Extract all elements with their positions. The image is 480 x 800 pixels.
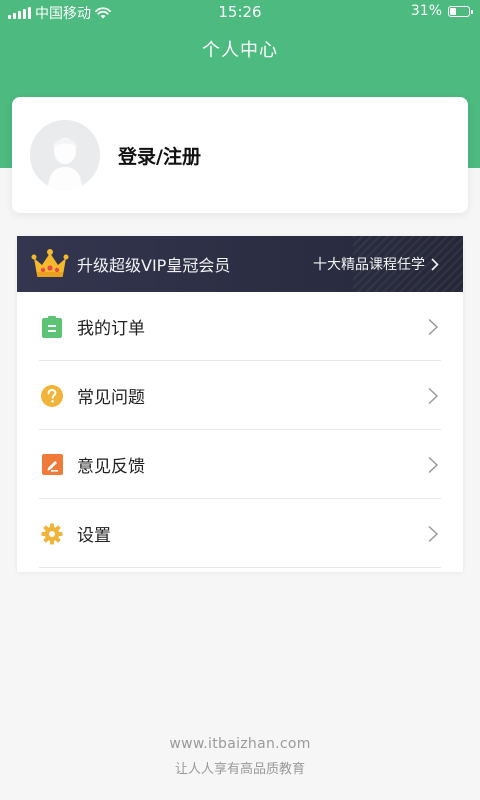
- chevron-right-icon: [428, 525, 439, 542]
- status-time: 15:26: [218, 3, 262, 21]
- menu-item-settings[interactable]: 设置: [17, 499, 463, 568]
- menu-item-label: 设置: [77, 526, 111, 546]
- menu-item-label: 我的订单: [77, 319, 145, 339]
- footer-site: www.itbaizhan.com: [169, 736, 311, 752]
- menu-item-faq[interactable]: 常见问题: [17, 361, 463, 430]
- chevron-right-icon: [428, 318, 439, 335]
- feedback-icon: [41, 454, 63, 476]
- menu-item-feedback[interactable]: 意见反馈: [17, 430, 463, 499]
- menu-item-label: 常见问题: [77, 388, 145, 408]
- status-bar: 中国移动 15:26 31%: [0, 0, 480, 24]
- vip-link-label: 十大精品课程任学: [313, 257, 425, 273]
- battery-percent: 31%: [410, 3, 442, 19]
- crown-icon: [31, 249, 69, 277]
- status-right: 31%: [410, 3, 473, 19]
- chevron-right-icon: [428, 387, 439, 404]
- chevron-right-icon: [428, 456, 439, 473]
- vip-banner[interactable]: 升级超级VIP皇冠会员 十大精品课程任学: [17, 236, 463, 292]
- menu-card: 升级超级VIP皇冠会员 十大精品课程任学 我的订单 常见问题 意见反馈 设置: [17, 236, 463, 572]
- chevron-right-icon: [431, 257, 439, 271]
- gear-icon: [41, 523, 63, 545]
- profile-page: 中国移动 15:26 31% 个人中心 登录/注册 升级超级VIP皇冠会员 十大…: [0, 0, 480, 800]
- page-title: 个人中心: [202, 40, 278, 61]
- order-icon: [41, 315, 63, 338]
- question-icon: [41, 384, 63, 407]
- battery-icon: [448, 5, 473, 17]
- divider: [39, 567, 441, 568]
- vip-courses-link[interactable]: 十大精品课程任学: [313, 236, 439, 292]
- footer: www.itbaizhan.com 让人人享有高品质教育: [0, 736, 480, 777]
- menu-item-orders[interactable]: 我的订单: [17, 292, 463, 361]
- menu-item-label: 意见反馈: [77, 457, 145, 477]
- battery-level: [450, 7, 456, 15]
- profile-card[interactable]: 登录/注册: [12, 97, 468, 213]
- footer-slogan: 让人人享有高品质教育: [174, 762, 305, 777]
- default-avatar-icon[interactable]: [30, 120, 100, 190]
- vip-title: 升级超级VIP皇冠会员: [77, 256, 231, 275]
- login-register-link[interactable]: 登录/注册: [118, 142, 201, 169]
